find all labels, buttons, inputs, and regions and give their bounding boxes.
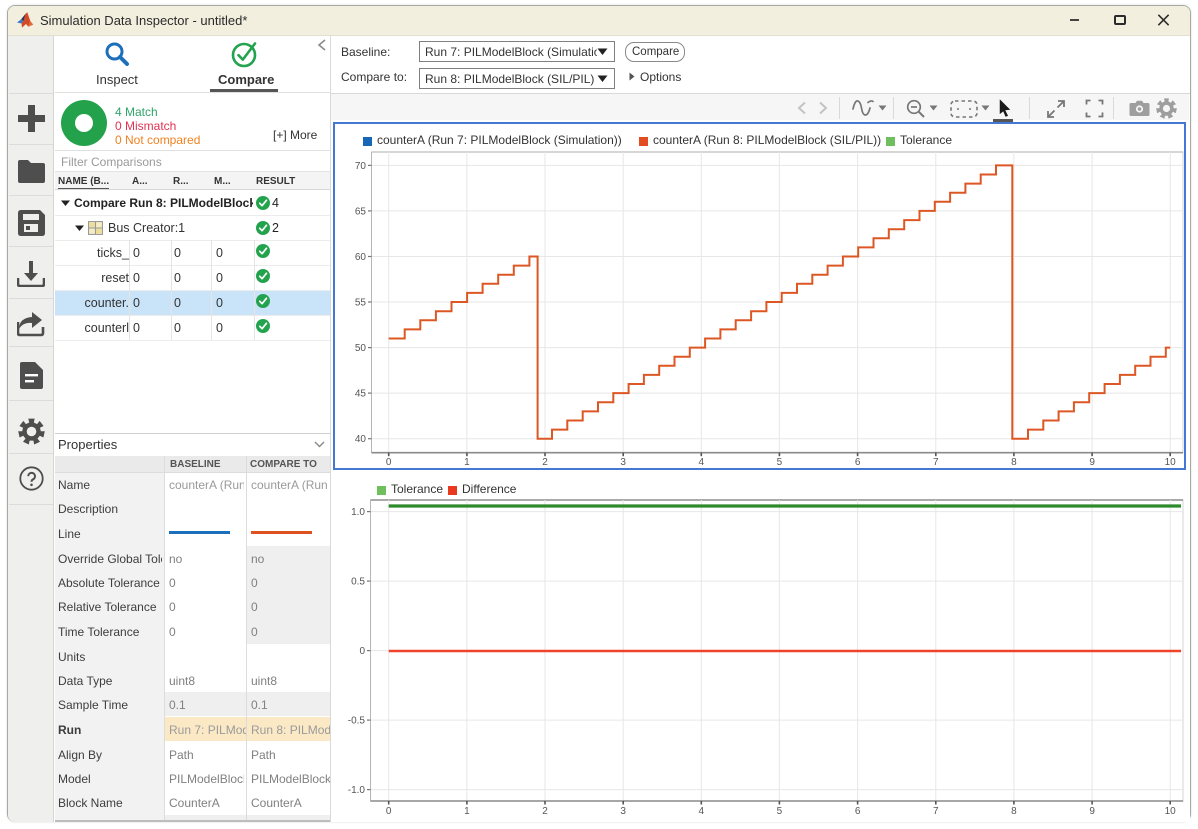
svg-text:0.5: 0.5 bbox=[351, 577, 365, 588]
svg-text:-0.5: -0.5 bbox=[348, 716, 366, 727]
svg-text:-1.0: -1.0 bbox=[348, 785, 366, 796]
svg-text:1: 1 bbox=[464, 457, 470, 468]
svg-text:65: 65 bbox=[355, 206, 367, 217]
svg-text:2: 2 bbox=[542, 806, 548, 817]
svg-text:10: 10 bbox=[1165, 457, 1177, 468]
svg-text:8: 8 bbox=[1011, 806, 1017, 817]
svg-text:3: 3 bbox=[620, 457, 626, 468]
svg-text:0: 0 bbox=[386, 806, 392, 817]
svg-text:6: 6 bbox=[855, 457, 861, 468]
svg-text:8: 8 bbox=[1011, 457, 1017, 468]
svg-text:50: 50 bbox=[355, 343, 367, 354]
svg-text:2: 2 bbox=[542, 457, 548, 468]
svg-text:9: 9 bbox=[1089, 457, 1095, 468]
svg-text:1.0: 1.0 bbox=[351, 507, 365, 518]
svg-text:7: 7 bbox=[933, 806, 939, 817]
svg-text:5: 5 bbox=[777, 806, 783, 817]
svg-text:4: 4 bbox=[699, 806, 705, 817]
svg-text:3: 3 bbox=[620, 806, 626, 817]
svg-text:5: 5 bbox=[777, 457, 783, 468]
svg-text:9: 9 bbox=[1089, 806, 1095, 817]
svg-text:4: 4 bbox=[699, 457, 705, 468]
svg-text:6: 6 bbox=[855, 806, 861, 817]
svg-text:45: 45 bbox=[355, 389, 367, 400]
svg-text:1: 1 bbox=[464, 806, 470, 817]
svg-text:0: 0 bbox=[359, 646, 365, 657]
svg-text:70: 70 bbox=[355, 161, 367, 172]
svg-text:7: 7 bbox=[933, 457, 939, 468]
svg-text:0: 0 bbox=[386, 457, 392, 468]
svg-text:40: 40 bbox=[355, 434, 367, 445]
svg-text:60: 60 bbox=[355, 252, 367, 263]
svg-text:55: 55 bbox=[355, 298, 367, 309]
svg-text:10: 10 bbox=[1165, 806, 1177, 817]
